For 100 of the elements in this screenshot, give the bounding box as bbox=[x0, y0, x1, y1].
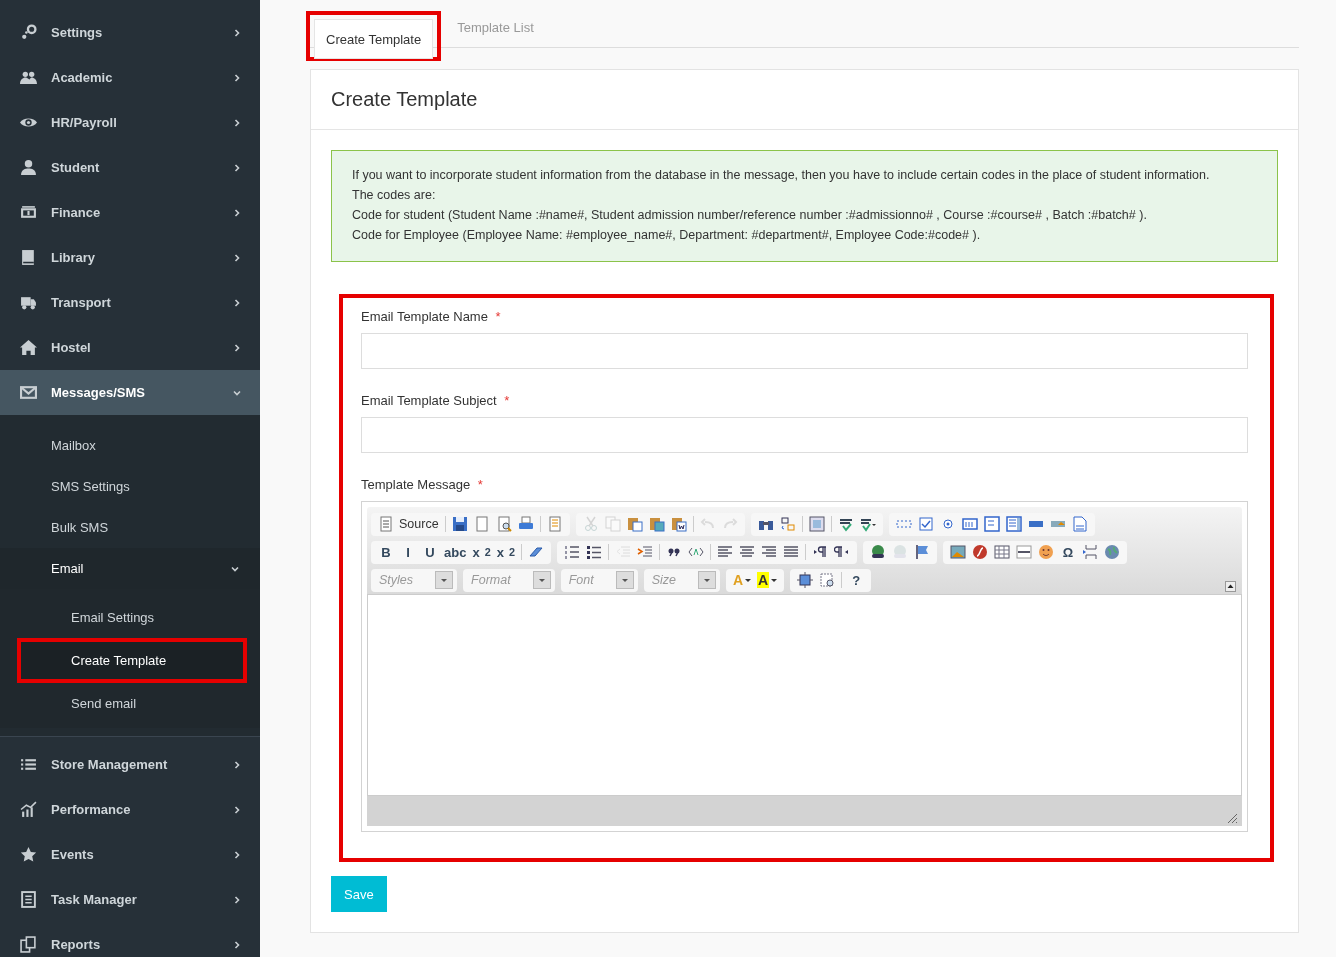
star-icon bbox=[20, 846, 37, 863]
sidebar-item[interactable]: Task Manager bbox=[0, 877, 260, 922]
sidebar-item[interactable]: Library bbox=[0, 235, 260, 280]
chevron-right-icon bbox=[232, 27, 242, 38]
flag-icon bbox=[913, 544, 930, 560]
select-all-icon bbox=[808, 516, 825, 532]
eraser-icon bbox=[527, 544, 544, 560]
save-icon bbox=[451, 516, 468, 532]
alert-text: The codes are: bbox=[352, 187, 437, 204]
replace-icon bbox=[779, 516, 796, 532]
sidebar-item[interactable]: Events bbox=[0, 832, 260, 877]
collapse-toolbar-icon[interactable] bbox=[1225, 581, 1236, 592]
chevron-right-icon bbox=[232, 939, 242, 950]
caret-icon bbox=[771, 577, 778, 583]
copy-icon bbox=[604, 516, 621, 532]
paste-icon bbox=[626, 516, 643, 532]
list-icon bbox=[20, 756, 37, 773]
align-right-icon bbox=[760, 544, 777, 560]
indent-icon bbox=[636, 544, 653, 560]
house-icon bbox=[20, 339, 37, 356]
strikethrough-button[interactable]: abc bbox=[441, 541, 470, 563]
table-icon bbox=[993, 544, 1010, 560]
preview-icon bbox=[495, 516, 512, 532]
sidebar-subitem[interactable]: Email Settings bbox=[0, 597, 260, 638]
sidebar-subitem[interactable]: Send email bbox=[0, 683, 260, 724]
flash-icon bbox=[971, 544, 988, 560]
tab[interactable]: Create Template bbox=[314, 19, 434, 59]
sidebar-item[interactable]: HR/Payroll bbox=[0, 100, 260, 145]
print-icon bbox=[517, 516, 534, 532]
text-field-icon bbox=[961, 516, 978, 532]
sidebar-subitem[interactable]: Mailbox bbox=[0, 425, 260, 466]
paste-text-icon bbox=[648, 516, 665, 532]
image-icon bbox=[949, 544, 966, 560]
bold-button[interactable]: B bbox=[375, 541, 397, 563]
templates-icon bbox=[546, 516, 563, 532]
align-center-icon bbox=[738, 544, 755, 560]
alert-text: Code for Employee (Employee Name: #employee_name#, Department: #department#, Employee Code:#code# ). bbox=[352, 227, 982, 244]
sidebar-item[interactable]: Messages/SMS bbox=[0, 370, 260, 415]
document-icon bbox=[20, 891, 37, 908]
italic-button[interactable]: I bbox=[397, 541, 419, 563]
sidebar-item[interactable]: Student bbox=[0, 145, 260, 190]
card-title: Create Template bbox=[311, 70, 1298, 130]
paste-word-icon bbox=[670, 516, 687, 532]
sidebar-subitem[interactable]: Create Template bbox=[21, 642, 243, 679]
smiley-icon bbox=[1037, 544, 1054, 560]
input-field[interactable] bbox=[361, 417, 1248, 453]
sidebar-item[interactable]: Reports bbox=[0, 922, 260, 957]
selection-field-icon bbox=[1005, 516, 1022, 532]
source-icon bbox=[378, 516, 394, 532]
checkbox-icon bbox=[917, 516, 934, 532]
new-page-icon bbox=[473, 516, 490, 532]
envelope-icon bbox=[20, 384, 37, 401]
input-field[interactable] bbox=[361, 333, 1248, 369]
sidebar-subitem[interactable]: Bulk SMS bbox=[0, 507, 260, 548]
chevron-right-icon bbox=[232, 297, 242, 308]
sidebar-item[interactable]: Transport bbox=[0, 280, 260, 325]
caret-icon bbox=[745, 577, 752, 583]
resize-grip-icon[interactable] bbox=[1226, 812, 1238, 824]
sidebar-item[interactable]: Performance bbox=[0, 787, 260, 832]
field-label: Email Template Name bbox=[361, 309, 488, 324]
required-mark: * bbox=[477, 477, 483, 492]
money-icon bbox=[20, 204, 37, 221]
copies-icon bbox=[20, 936, 37, 953]
spell-check-menu-icon bbox=[859, 516, 876, 532]
required-mark: * bbox=[504, 393, 510, 408]
people-icon bbox=[20, 69, 37, 86]
right-to-left-icon bbox=[833, 544, 850, 560]
chevron-right-icon bbox=[232, 162, 242, 173]
alert-text: Code for student (Student Name :#name#, Student admission number/reference number :#admissionno# , Course :#course# , Batch :#batch# ). bbox=[352, 207, 1148, 224]
align-left-icon bbox=[716, 544, 733, 560]
cut-icon bbox=[582, 516, 599, 532]
person-icon bbox=[20, 159, 37, 176]
caret-icon bbox=[703, 576, 711, 584]
text-area-icon bbox=[983, 516, 1000, 532]
chevron-right-icon bbox=[232, 117, 242, 128]
sidebar-subitem[interactable]: SMS Settings bbox=[0, 466, 260, 507]
chevron-right-icon bbox=[232, 759, 242, 770]
chevron-right-icon bbox=[232, 894, 242, 905]
required-mark: * bbox=[495, 309, 501, 324]
sidebar-item[interactable]: Store Management bbox=[0, 742, 260, 787]
caret-icon bbox=[440, 576, 449, 584]
sidebar-item[interactable]: Settings bbox=[0, 10, 260, 55]
sidebar-item[interactable]: Hostel bbox=[0, 325, 260, 370]
background-color-button[interactable]: A bbox=[754, 569, 781, 591]
sidebar-item[interactable]: Academic bbox=[0, 55, 260, 100]
chevron-right-icon bbox=[232, 342, 242, 353]
underline-button[interactable]: U bbox=[419, 541, 441, 563]
sidebar-item[interactable]: Finance bbox=[0, 190, 260, 235]
numbered-list-icon bbox=[563, 544, 580, 560]
left-to-right-icon bbox=[811, 544, 828, 560]
globe-icon bbox=[1103, 544, 1120, 560]
spell-check-icon bbox=[837, 516, 854, 532]
show-blocks-icon bbox=[819, 572, 836, 588]
truck-icon bbox=[20, 294, 37, 311]
special-character-button[interactable]: Ω bbox=[1056, 541, 1079, 563]
chevron-right-icon bbox=[232, 72, 242, 83]
sidebar-subitem[interactable]: Email bbox=[0, 548, 260, 589]
field-label: Email Template Subject bbox=[361, 393, 497, 408]
gears-icon bbox=[20, 24, 37, 41]
caret-icon bbox=[537, 576, 546, 584]
